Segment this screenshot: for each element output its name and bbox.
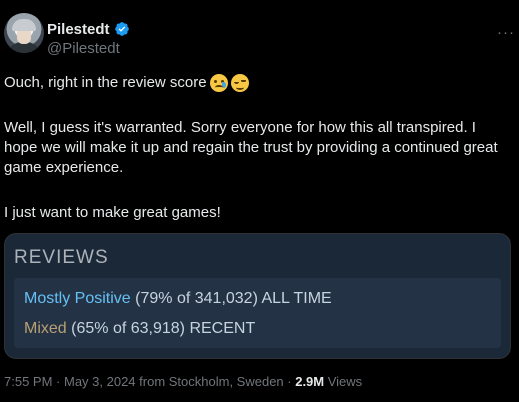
tweet-paragraph-3: I just want to make great games!	[4, 204, 221, 221]
reviews-summary-box: Mostly Positive (79% of 341,032) ALL TIM…	[14, 278, 501, 348]
views-count: 2.9M	[295, 374, 325, 389]
tweet-line-1-text: Ouch, right in the review score	[4, 74, 207, 91]
tweet-date[interactable]: May 3, 2024	[64, 374, 136, 389]
tweet-location: from Stockholm, Sweden	[135, 374, 284, 389]
tweet-time[interactable]: 7:55 PM	[4, 374, 52, 389]
tweet-meta: 7:55 PM · May 3, 2024 from Stockholm, Sw…	[4, 374, 362, 389]
relieved-face-emoji-icon	[230, 74, 249, 92]
handle[interactable]: @Pilestedt	[47, 40, 120, 57]
display-name[interactable]: Pilestedt	[47, 21, 110, 38]
more-options-icon[interactable]: ···	[497, 24, 515, 41]
all-time-rating: Mostly Positive	[24, 290, 131, 307]
steam-reviews-card[interactable]: REVIEWS Mostly Positive (79% of 341,032)…	[4, 233, 511, 359]
tweet-line-1: Ouch, right in the review score	[4, 73, 249, 93]
tweet-header: Pilestedt @Pilestedt ···	[0, 0, 519, 70]
avatar-hat	[12, 19, 36, 31]
all-time-detail: (79% of 341,032) ALL TIME	[135, 290, 332, 307]
all-time-review-row: Mostly Positive (79% of 341,032) ALL TIM…	[24, 290, 332, 308]
crying-face-emoji-icon	[209, 74, 228, 92]
meta-separator: ·	[52, 374, 64, 389]
views-label: Views	[324, 374, 363, 389]
recent-detail: (65% of 63,918) RECENT	[71, 320, 256, 337]
reviews-title: REVIEWS	[14, 247, 109, 268]
meta-separator-2: ·	[283, 374, 296, 389]
tweet-paragraph-2: Well, I guess it's warranted. Sorry ever…	[4, 119, 498, 176]
verified-badge-icon	[114, 22, 129, 36]
recent-review-row: Mixed (65% of 63,918) RECENT	[24, 320, 255, 338]
recent-rating: Mixed	[24, 320, 67, 337]
name-row: Pilestedt	[47, 20, 130, 38]
avatar[interactable]	[4, 13, 44, 53]
